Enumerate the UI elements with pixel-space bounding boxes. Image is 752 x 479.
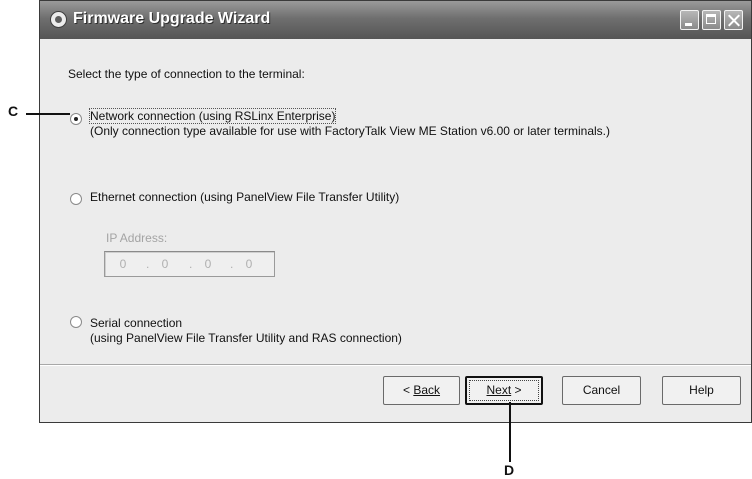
ip-octet-1: 0 bbox=[119, 257, 127, 271]
ip-octet-2: 0 bbox=[161, 257, 169, 271]
serial-connection-radio[interactable] bbox=[70, 316, 82, 328]
next-button[interactable]: Next > bbox=[465, 376, 543, 405]
ip-address-label: IP Address: bbox=[106, 231, 168, 245]
ip-dot: . bbox=[230, 257, 234, 271]
app-icon bbox=[50, 11, 67, 28]
back-button[interactable]: < Back bbox=[383, 376, 460, 405]
serial-connection-label: Serial connection bbox=[90, 316, 183, 330]
ip-octet-4: 0 bbox=[245, 257, 253, 271]
ip-dot: . bbox=[189, 257, 193, 271]
window-title: Firmware Upgrade Wizard bbox=[73, 10, 271, 27]
cancel-button[interactable]: Cancel bbox=[562, 376, 641, 405]
ip-address-field: 0 . 0 . 0 . 0 bbox=[104, 251, 275, 277]
network-connection-radio[interactable] bbox=[70, 113, 82, 125]
callout-label-d: D bbox=[504, 462, 515, 478]
button-separator bbox=[40, 364, 751, 366]
callout-line-d bbox=[509, 402, 511, 462]
callout-label-c: C bbox=[8, 103, 19, 119]
back-arrow: < bbox=[402, 383, 414, 397]
next-focus-ring: Next > bbox=[469, 380, 539, 401]
next-arrow: > bbox=[511, 383, 522, 397]
maximize-button[interactable] bbox=[702, 10, 721, 30]
next-label: Next bbox=[486, 383, 512, 397]
ip-octet-3: 0 bbox=[204, 257, 212, 271]
network-connection-option[interactable]: Network connection (using RSLinx Enterpr… bbox=[88, 108, 611, 139]
wizard-content: Select the type of connection to the ter… bbox=[40, 39, 751, 422]
ip-dot: . bbox=[146, 257, 150, 271]
ethernet-connection-label[interactable]: Ethernet connection (using PanelView Fil… bbox=[90, 190, 399, 205]
ethernet-connection-radio[interactable] bbox=[70, 193, 82, 205]
help-button[interactable]: Help bbox=[662, 376, 741, 405]
serial-connection-note: (using PanelView File Transfer Utility a… bbox=[90, 331, 402, 345]
connection-prompt: Select the type of connection to the ter… bbox=[68, 67, 305, 81]
minimize-button[interactable] bbox=[680, 10, 699, 30]
network-connection-note: (Only connection type available for use … bbox=[90, 124, 611, 138]
serial-connection-option[interactable]: Serial connection (using PanelView File … bbox=[90, 316, 402, 346]
title-bar[interactable]: Firmware Upgrade Wizard bbox=[40, 1, 751, 39]
network-connection-label: Network connection (using RSLinx Enterpr… bbox=[88, 108, 337, 124]
close-button[interactable] bbox=[724, 10, 743, 30]
back-label: Back bbox=[413, 383, 441, 397]
callout-line-c bbox=[26, 113, 70, 115]
wizard-window: Firmware Upgrade Wizard Select the type … bbox=[39, 0, 752, 423]
